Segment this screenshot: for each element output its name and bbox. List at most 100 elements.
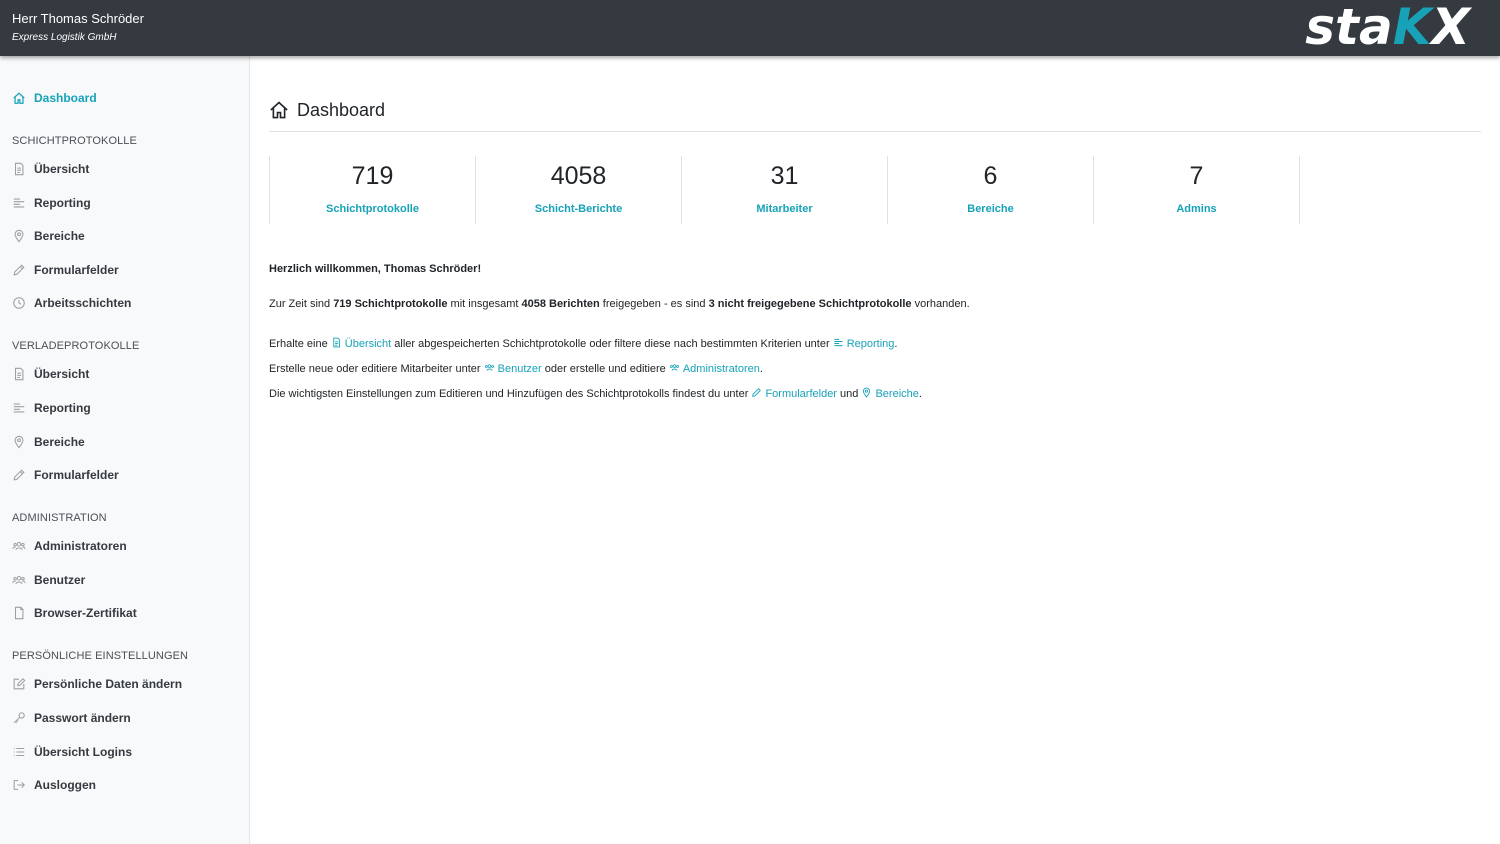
count-schichtprotokolle: 719 Schichtprotokolle (333, 298, 448, 310)
count-berichte: 4058 Berichten (521, 298, 600, 310)
stat-value: 6 (983, 162, 998, 190)
align-left-icon (12, 196, 26, 210)
stats-row: 719 Schichtprotokolle 4058 Schicht-Beric… (269, 156, 1300, 224)
sidebar-item-administratoren[interactable]: Administratoren (12, 535, 127, 557)
link-label: Formularfelder (765, 388, 837, 400)
stat-label[interactable]: Schicht-Berichte (476, 203, 681, 215)
stat-value: 31 (770, 162, 799, 190)
pencil-icon (752, 388, 762, 397)
sidebar-item-browser-zertifikat[interactable]: Browser-Zertifikat (12, 602, 137, 624)
stat-schicht-berichte[interactable]: 4058 Schicht-Berichte (475, 156, 681, 224)
sidebar-item-label: Ausloggen (34, 778, 96, 792)
stat-admins[interactable]: 7 Admins (1093, 156, 1300, 224)
link-label: Benutzer (497, 363, 542, 375)
text-fragment: oder erstelle und editiere (541, 363, 669, 375)
logo-text-accent: K (1392, 0, 1432, 56)
sidebar-item-dashboard[interactable]: Dashboard (12, 87, 97, 109)
map-pin-icon (12, 229, 26, 243)
stat-label[interactable]: Admins (1094, 203, 1299, 215)
map-pin-icon (12, 435, 26, 449)
text-fragment: Die wichtigsten Einstellungen zum Editie… (269, 388, 752, 400)
link-label: Administratoren (682, 363, 760, 375)
sidebar-item-ausloggen[interactable]: Ausloggen (12, 774, 96, 796)
sidebar-item-label: Administratoren (34, 539, 127, 553)
sidebar-item-label: Bereiche (34, 435, 85, 449)
edit-icon (12, 677, 26, 691)
text-fragment: Erhalte eine (269, 338, 331, 350)
text-fragment: und (836, 388, 862, 400)
stat-label[interactable]: Mitarbeiter (682, 203, 887, 215)
sidebar-item-persoenliche-daten[interactable]: Persönliche Daten ändern (12, 673, 182, 695)
sidebar-item-schicht-bereiche[interactable]: Bereiche (12, 225, 85, 247)
link-label: Reporting (846, 338, 895, 350)
sidebar-item-label: Reporting (34, 401, 91, 415)
sidebar-item-label: Passwort ändern (34, 711, 131, 725)
info-line-einstellungen: Die wichtigsten Einstellungen zum Editie… (269, 387, 922, 400)
home-icon (12, 91, 26, 105)
users-icon (12, 539, 26, 553)
stat-value: 719 (351, 162, 394, 190)
section-administration: ADMINISTRATION (12, 512, 107, 524)
sidebar-item-label: Bereiche (34, 229, 85, 243)
section-verladeprotokolle: VERLADEPROTOKOLLE (12, 340, 140, 352)
top-bar: Herr Thomas Schröder Express Logistik Gm… (0, 0, 1500, 56)
link-uebersicht[interactable]: Übersicht (331, 337, 391, 350)
users-icon (484, 364, 494, 371)
text-fragment: freigegeben - es sind (599, 298, 709, 310)
logo-text-pre: sta (1305, 0, 1393, 56)
info-line-uebersicht: Erhalte eine Übersicht aller abgespeiche… (269, 337, 897, 350)
pencil-icon (12, 263, 26, 277)
sidebar-item-label: Reporting (34, 196, 91, 210)
sidebar-item-uebersicht-logins[interactable]: Übersicht Logins (12, 741, 132, 763)
logout-icon (12, 778, 26, 792)
info-line-benutzer: Erstelle neue oder editiere Mitarbeiter … (269, 362, 763, 375)
sidebar-item-arbeitsschichten[interactable]: Arbeitsschichten (12, 292, 131, 314)
text-fragment: . (759, 363, 763, 375)
text-fragment: . (918, 388, 922, 400)
text-fragment: mit insgesamt (447, 298, 522, 310)
page-title: Dashboard (269, 96, 385, 124)
link-administratoren[interactable]: Administratoren (669, 363, 760, 375)
sidebar-item-benutzer[interactable]: Benutzer (12, 569, 85, 591)
stat-schichtprotokolle[interactable]: 719 Schichtprotokolle (269, 156, 475, 224)
stat-bereiche[interactable]: 6 Bereiche (887, 156, 1093, 224)
link-reporting[interactable]: Reporting (833, 338, 895, 350)
sidebar-item-verlade-formularfelder[interactable]: Formularfelder (12, 464, 119, 486)
stat-mitarbeiter[interactable]: 31 Mitarbeiter (681, 156, 887, 224)
stat-label[interactable]: Schichtprotokolle (270, 203, 475, 215)
logo-text-post: X (1431, 0, 1470, 56)
clock-icon (12, 296, 26, 310)
sidebar-item-verlade-uebersicht[interactable]: Übersicht (12, 363, 89, 385)
link-formularfelder[interactable]: Formularfelder (751, 388, 837, 400)
sidebar-item-verlade-reporting[interactable]: Reporting (12, 397, 91, 419)
text-fragment: . (894, 338, 898, 350)
document-icon (12, 162, 26, 176)
sidebar-item-label: Benutzer (34, 573, 86, 587)
sidebar-item-schicht-uebersicht[interactable]: Übersicht (12, 158, 89, 180)
section-persoenliche-einstellungen: PERSÖNLICHE EINSTELLUNGEN (12, 650, 189, 662)
stat-value: 4058 (550, 162, 607, 190)
stat-label[interactable]: Bereiche (888, 203, 1093, 215)
sidebar-item-schicht-reporting[interactable]: Reporting (12, 192, 91, 214)
sidebar-item-label: Browser-Zertifikat (34, 606, 137, 620)
sidebar-item-label: Arbeitsschichten (34, 296, 132, 310)
align-left-icon (834, 338, 843, 347)
title-divider (269, 131, 1481, 132)
stakx-logo[interactable]: staKX (1305, 0, 1470, 56)
sidebar-item-passwort-aendern[interactable]: Passwort ändern (12, 707, 131, 729)
list-icon (12, 745, 26, 759)
sidebar: Dashboard SCHICHTPROTOKOLLE Übersicht Re… (0, 56, 250, 844)
document-icon (333, 337, 340, 348)
sidebar-item-schicht-formularfelder[interactable]: Formularfelder (12, 259, 119, 281)
map-pin-icon (863, 387, 871, 398)
sidebar-item-verlade-bereiche[interactable]: Bereiche (12, 431, 85, 453)
link-label: Bereiche (875, 388, 919, 400)
text-fragment: aller abgespeicherten Schichtprotokolle … (391, 338, 833, 350)
link-benutzer[interactable]: Benutzer (484, 363, 542, 375)
sidebar-item-label: Formularfelder (34, 263, 119, 277)
sidebar-item-label: Formularfelder (34, 468, 119, 482)
users-icon (669, 364, 679, 371)
count-unreleased: 3 nicht freigegebene Schichtprotokolle (708, 298, 912, 310)
link-bereiche[interactable]: Bereiche (861, 387, 919, 400)
section-schichtprotokolle: SCHICHTPROTOKOLLE (12, 135, 137, 147)
